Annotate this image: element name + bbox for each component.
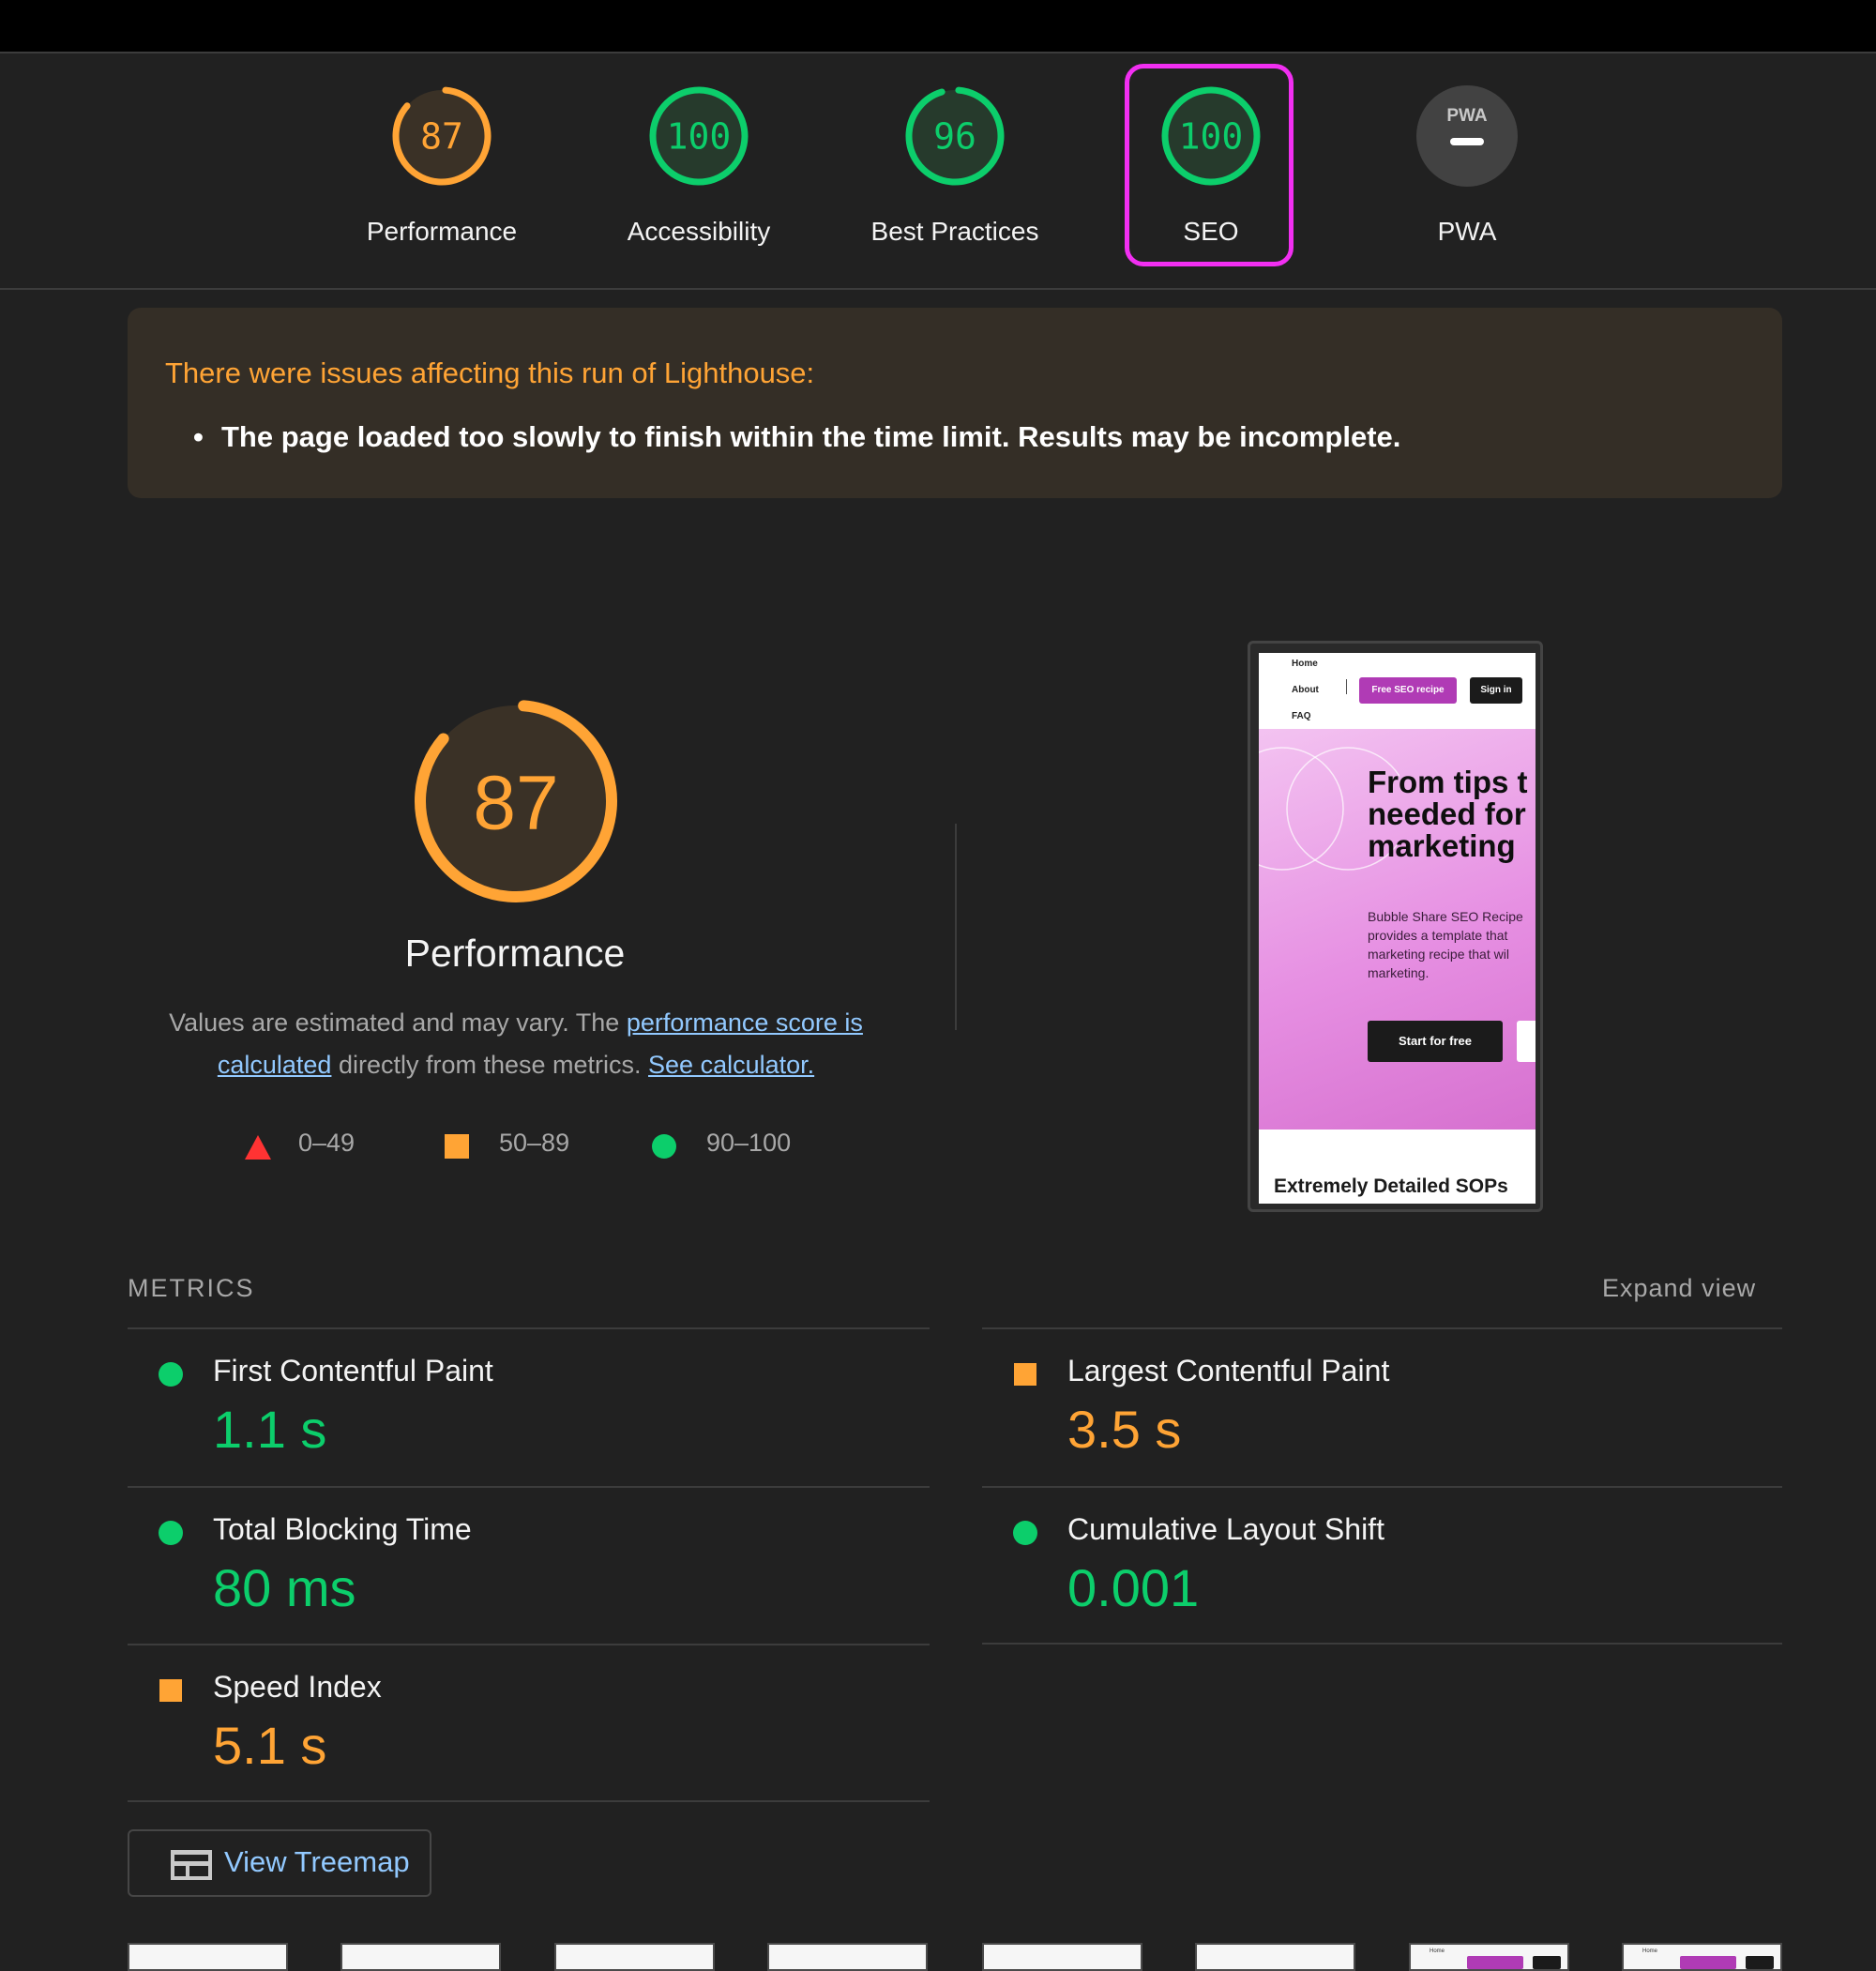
filmstrip-frame[interactable] [1195, 1943, 1355, 1971]
performance-description: Values are estimated and may vary. The p… [150, 1002, 882, 1086]
thumb-cta [1467, 1956, 1523, 1969]
ss-nav-separator [1346, 679, 1347, 694]
pass-circle-icon [1013, 1521, 1037, 1545]
thumb-home-label: Home [1430, 1948, 1445, 1954]
metric-label: Cumulative Layout Shift [1067, 1512, 1384, 1546]
ss-secondary-button [1517, 1021, 1536, 1062]
see-calculator-link[interactable]: See calculator. [648, 1051, 814, 1079]
vertical-divider [955, 824, 957, 1030]
top-bar [0, 0, 1876, 53]
warning-title: There were issues affecting this run of … [165, 356, 815, 389]
pwa-badge-icon: PWA [1416, 85, 1518, 187]
average-square-icon [1014, 1363, 1036, 1386]
metric-fcp: First Contentful Paint 1.1 s [128, 1329, 930, 1487]
average-square-icon [159, 1679, 182, 1702]
performance-score: 87 [473, 761, 558, 846]
gauge-ring-icon: 87 [392, 86, 492, 186]
final-screenshot[interactable]: Home About FAQ Free SEO recipe Sign in F… [1248, 641, 1543, 1212]
divider [128, 1800, 930, 1802]
ss-headline-line: needed for [1368, 796, 1526, 831]
ss-nav-home: Home [1292, 659, 1318, 669]
pass-circle-icon [159, 1521, 183, 1545]
divider [982, 1643, 1782, 1645]
metric-tbt: Total Blocking Time 80 ms [128, 1488, 930, 1645]
ss-headline: From tips t needed for marketing [1368, 766, 1536, 862]
metric-label: Total Blocking Time [213, 1512, 472, 1546]
filmstrip-frame[interactable] [554, 1943, 715, 1971]
filmstrip-frame[interactable]: Home [1409, 1943, 1569, 1971]
gauge-best-practices[interactable]: 96 Best Practices [842, 53, 1067, 269]
ss-cta-button: Free SEO recipe [1359, 677, 1457, 704]
metric-label: Largest Contentful Paint [1067, 1354, 1390, 1387]
warning-item: The page loaded too slowly to finish wit… [193, 420, 1400, 454]
filmstrip-frame[interactable] [767, 1943, 928, 1971]
gauge-ring-icon: 100 [649, 86, 749, 186]
metric-cls: Cumulative Layout Shift 0.001 [982, 1488, 1784, 1645]
desc-text: directly from these metrics. [331, 1051, 649, 1079]
view-treemap-label: View Treemap [224, 1845, 410, 1878]
pwa-badge-text: PWA [1446, 106, 1488, 126]
ss-signin-button: Sign in [1470, 677, 1522, 704]
filmstrip-frame[interactable] [982, 1943, 1142, 1971]
thumb-cta [1680, 1956, 1736, 1969]
ss-headline-line: From tips t [1368, 765, 1528, 799]
triangle-icon [245, 1135, 271, 1160]
thumb-signin [1533, 1956, 1561, 1969]
metric-value: 0.001 [1067, 1558, 1200, 1617]
gauge-accessibility[interactable]: 100 Accessibility [586, 53, 811, 269]
ss-body-text: Bubble Share SEO Recipe provides a templ… [1368, 909, 1523, 980]
gauge-performance[interactable]: 87 Performance [329, 53, 554, 269]
filmstrip-frame[interactable]: Home [1622, 1943, 1782, 1971]
gauge-score: 87 [420, 116, 463, 158]
metric-speed-index: Speed Index 5.1 s [128, 1645, 930, 1803]
view-treemap-button[interactable]: View Treemap [128, 1829, 431, 1897]
ss-nav-about: About [1292, 685, 1319, 695]
metric-value: 5.1 s [213, 1716, 327, 1775]
ss-headline-line: marketing [1368, 828, 1516, 863]
legend-range: 50–89 [499, 1129, 570, 1157]
performance-title: Performance [404, 932, 626, 975]
filmstrip-frame[interactable] [340, 1943, 501, 1971]
metric-label: First Contentful Paint [213, 1354, 493, 1387]
gauge-score: 96 [933, 116, 976, 158]
gauge-score: 100 [667, 116, 732, 158]
metrics-header: METRICS [128, 1274, 255, 1302]
ss-section-title: Extremely Detailed SOPs [1274, 1175, 1508, 1197]
metric-lcp: Largest Contentful Paint 3.5 s [982, 1329, 1784, 1487]
gauge-ring-icon: 96 [905, 86, 1005, 186]
screenshot-page: Home About FAQ Free SEO recipe Sign in F… [1259, 653, 1536, 1204]
legend-range: 0–49 [298, 1129, 356, 1157]
gauge-label: Performance [366, 217, 518, 246]
desc-text: Values are estimated and may vary. The [169, 1008, 627, 1037]
thumb-signin [1746, 1956, 1774, 1969]
metric-label: Speed Index [213, 1670, 382, 1704]
expand-view-toggle[interactable]: Expand view [1602, 1274, 1756, 1303]
gauge-label: Best Practices [870, 217, 1039, 246]
legend-range: 90–100 [706, 1129, 792, 1157]
metric-value: 3.5 s [1067, 1400, 1182, 1459]
treemap-icon [171, 1850, 212, 1880]
gauge-label: Accessibility [627, 217, 771, 246]
ss-start-button: Start for free [1368, 1021, 1503, 1062]
category-gauges: 87 Performance 100 Accessibility 96 Best… [0, 53, 1876, 290]
gauge-pwa[interactable]: PWA PWA [1354, 53, 1580, 269]
ss-nav-faq: FAQ [1292, 711, 1311, 721]
thumb-home-label: Home [1642, 1948, 1658, 1954]
pass-circle-icon [159, 1362, 183, 1387]
gauge-label: PWA [1437, 217, 1497, 246]
square-icon [445, 1134, 469, 1159]
seo-highlight-box [1125, 64, 1294, 266]
metric-value: 1.1 s [213, 1400, 327, 1459]
warning-banner: There were issues affecting this run of … [128, 308, 1782, 498]
filmstrip-frame[interactable] [128, 1943, 288, 1971]
ss-hero: From tips t needed for marketing Bubble … [1259, 729, 1536, 1130]
performance-score-gauge: 87 [415, 700, 617, 903]
metric-value: 80 ms [213, 1558, 356, 1617]
circle-icon [652, 1134, 676, 1159]
